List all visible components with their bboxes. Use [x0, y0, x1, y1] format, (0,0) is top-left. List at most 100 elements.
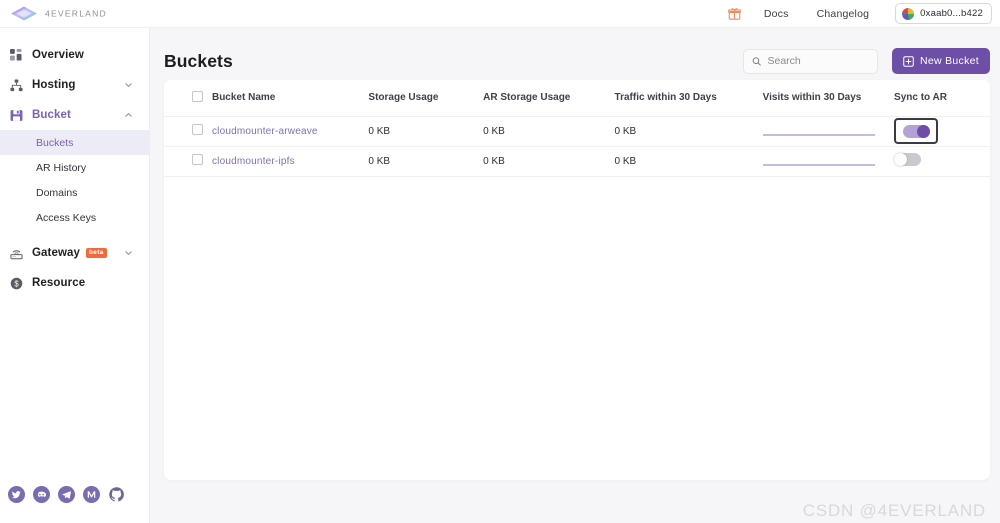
ar-storage-usage-cell: 0 KB — [483, 116, 615, 147]
column-traffic-30d: Traffic within 30 Days — [614, 80, 763, 117]
wallet-button[interactable]: 0xaab0...b422 — [895, 3, 992, 24]
medium-icon[interactable] — [83, 485, 100, 503]
sidebar-item-label: Bucket — [32, 109, 71, 121]
top-bar-actions: Docs Changelog 0xaab0...b422 — [720, 3, 1000, 25]
main-content: Buckets New Bucket — [150, 28, 1000, 523]
top-bar: 4EVERLAND Docs Changelog 0xaab0...b422 — [0, 0, 1000, 28]
watermark: CSDN @4EVERLAND — [802, 501, 986, 520]
visits-30d-cell — [762, 146, 895, 177]
new-bucket-button[interactable]: New Bucket — [891, 48, 990, 74]
sync-to-ar-cell[interactable] — [894, 116, 990, 147]
table-row[interactable]: cloudmounter-ipfs 0 KB 0 KB 0 KB — [164, 146, 990, 177]
sidebar-subitem-label: Access Keys — [36, 211, 97, 224]
social-links — [0, 479, 149, 523]
new-bucket-label: New Bucket — [919, 55, 979, 67]
router-wifi-icon — [0, 247, 32, 260]
sync-to-ar-toggle[interactable] — [894, 153, 922, 166]
github-icon[interactable] — [108, 486, 125, 503]
floppy-save-icon — [0, 109, 32, 122]
sidebar-subitem-label: Buckets — [36, 136, 74, 149]
storage-usage-cell: 0 KB — [368, 116, 484, 147]
diamond-logo-icon — [11, 6, 37, 21]
dollar-coin-icon: $ — [0, 277, 32, 290]
sidebar-item-resource[interactable]: $ Resource — [0, 268, 149, 298]
discord-icon[interactable] — [33, 485, 50, 503]
select-all-cell[interactable] — [164, 80, 212, 117]
select-all-checkbox[interactable] — [192, 90, 203, 102]
visits-30d-cell — [762, 116, 895, 147]
sidebar-item-bucket[interactable]: Bucket — [0, 100, 149, 130]
search-input[interactable] — [767, 55, 869, 67]
brand-logo[interactable]: 4EVERLAND — [0, 5, 131, 22]
telegram-icon[interactable] — [58, 485, 75, 503]
sidebar-subitem-buckets[interactable]: Buckets — [0, 130, 149, 155]
grid-dashboard-icon — [0, 48, 32, 62]
sync-to-ar-toggle[interactable] — [902, 124, 930, 138]
search-box[interactable] — [742, 48, 878, 74]
visits-sparkline-icon — [762, 164, 875, 166]
sidebar-subitem-label: AR History — [36, 161, 87, 174]
beta-badge: beta — [86, 248, 107, 258]
gift-button[interactable] — [720, 3, 750, 25]
table-head: Bucket Name Storage Usage AR Storage Usa… — [164, 80, 990, 117]
sidebar-nav: Overview Hosting Bucket Buckets AR Histo… — [0, 28, 149, 479]
sidebar-subitem-label: Domains — [36, 186, 78, 199]
toggle-knob — [894, 153, 908, 166]
sync-toggle-focus-ring — [894, 118, 939, 144]
sidebar-subitem-ar-history[interactable]: AR History — [0, 155, 149, 180]
page-title: Buckets — [164, 50, 233, 71]
sync-to-ar-cell[interactable] — [894, 146, 990, 177]
row-checkbox[interactable] — [192, 154, 203, 165]
changelog-link[interactable]: Changelog — [803, 8, 884, 20]
table-row[interactable]: cloudmounter-arweave 0 KB 0 KB 0 KB — [164, 116, 990, 147]
svg-text:$: $ — [14, 279, 19, 288]
column-sync-to-ar: Sync to AR — [894, 80, 990, 117]
column-visits-30d: Visits within 30 Days — [762, 80, 895, 117]
bucket-name-link[interactable]: cloudmounter-arweave — [212, 126, 318, 137]
row-select-cell[interactable] — [164, 116, 212, 147]
svg-text:4EVERLAND: 4EVERLAND — [45, 9, 107, 19]
page-actions: New Bucket — [742, 48, 990, 74]
twitter-icon[interactable] — [8, 485, 25, 503]
docs-link[interactable]: Docs — [750, 8, 803, 20]
chevron-up-icon[interactable] — [124, 111, 133, 120]
sidebar-item-overview[interactable]: Overview — [0, 40, 149, 70]
storage-usage-cell: 0 KB — [368, 146, 484, 177]
sidebar-item-label: Resource — [32, 277, 86, 289]
column-bucket-name: Bucket Name — [211, 80, 369, 117]
column-ar-storage-usage: AR Storage Usage — [483, 80, 615, 117]
add-box-icon — [903, 55, 914, 67]
traffic-30d-cell: 0 KB — [614, 116, 763, 147]
sidebar-item-gateway[interactable]: Gateway beta — [0, 238, 149, 268]
sidebar-subitem-domains[interactable]: Domains — [0, 180, 149, 205]
page-header: Buckets New Bucket — [150, 28, 1000, 80]
wallet-avatar-icon — [902, 7, 915, 20]
row-checkbox[interactable] — [192, 124, 203, 135]
bucket-name-link[interactable]: cloudmounter-ipfs — [212, 156, 295, 167]
chevron-down-icon[interactable] — [124, 81, 133, 90]
search-icon — [752, 56, 761, 66]
row-select-cell[interactable] — [164, 146, 212, 177]
buckets-card: Bucket Name Storage Usage AR Storage Usa… — [164, 80, 990, 480]
table-header-row: Bucket Name Storage Usage AR Storage Usa… — [164, 80, 990, 117]
ar-storage-usage-cell: 0 KB — [483, 146, 615, 177]
wallet-address: 0xaab0...b422 — [920, 8, 983, 19]
column-storage-usage: Storage Usage — [368, 80, 484, 117]
chevron-down-icon[interactable] — [124, 249, 133, 258]
gift-icon — [728, 8, 742, 20]
sidebar-subitem-access-keys[interactable]: Access Keys — [0, 205, 149, 230]
bucket-name-cell[interactable]: cloudmounter-ipfs — [211, 146, 369, 177]
brand-wordmark-icon: 4EVERLAND — [45, 9, 107, 19]
sidebar-item-label: Gateway — [32, 247, 81, 259]
app-root: 4EVERLAND Docs Changelog 0xaab0...b422 O… — [0, 0, 1000, 523]
sidebar-item-label: Hosting — [32, 79, 76, 91]
toggle-knob — [916, 124, 930, 138]
sitemap-network-icon — [0, 78, 32, 92]
traffic-30d-cell: 0 KB — [614, 146, 763, 177]
sidebar-item-label: Overview — [32, 49, 84, 61]
sidebar: Overview Hosting Bucket Buckets AR Histo… — [0, 28, 150, 523]
buckets-table: Bucket Name Storage Usage AR Storage Usa… — [164, 80, 990, 177]
visits-sparkline-icon — [762, 134, 875, 136]
bucket-name-cell[interactable]: cloudmounter-arweave — [211, 116, 369, 147]
sidebar-item-hosting[interactable]: Hosting — [0, 70, 149, 100]
